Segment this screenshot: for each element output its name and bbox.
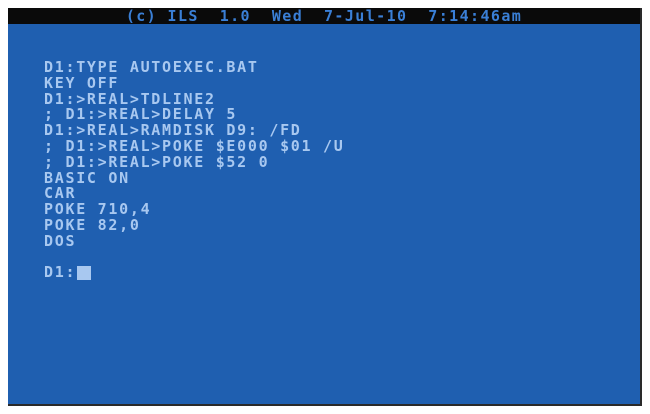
text-cursor: [77, 266, 92, 281]
status-bar-text: (c) ILS 1.0 Wed 7-Jul-10 7:14:46am: [125, 8, 523, 25]
command-prompt-line[interactable]: D1:: [44, 265, 630, 281]
status-bar: (c) ILS 1.0 Wed 7-Jul-10 7:14:46am: [8, 8, 640, 24]
terminal-output: D1:TYPE AUTOEXEC.BAT KEY OFF D1:>REAL>TD…: [44, 58, 630, 281]
terminal-line: ; D1:>REAL>POKE $52 0: [44, 152, 270, 171]
command-prompt: D1:: [44, 263, 77, 282]
terminal-line: D1:TYPE AUTOEXEC.BAT: [44, 58, 259, 76]
emulator-screen[interactable]: (c) ILS 1.0 Wed 7-Jul-10 7:14:46am D1:TY…: [8, 8, 642, 406]
terminal-line: DOS: [44, 231, 77, 250]
terminal-line: POKE 82,0: [44, 215, 141, 234]
monitor-bezel: (c) ILS 1.0 Wed 7-Jul-10 7:14:46am D1:TY…: [0, 0, 650, 414]
terminal-line: BASIC ON: [44, 168, 130, 187]
